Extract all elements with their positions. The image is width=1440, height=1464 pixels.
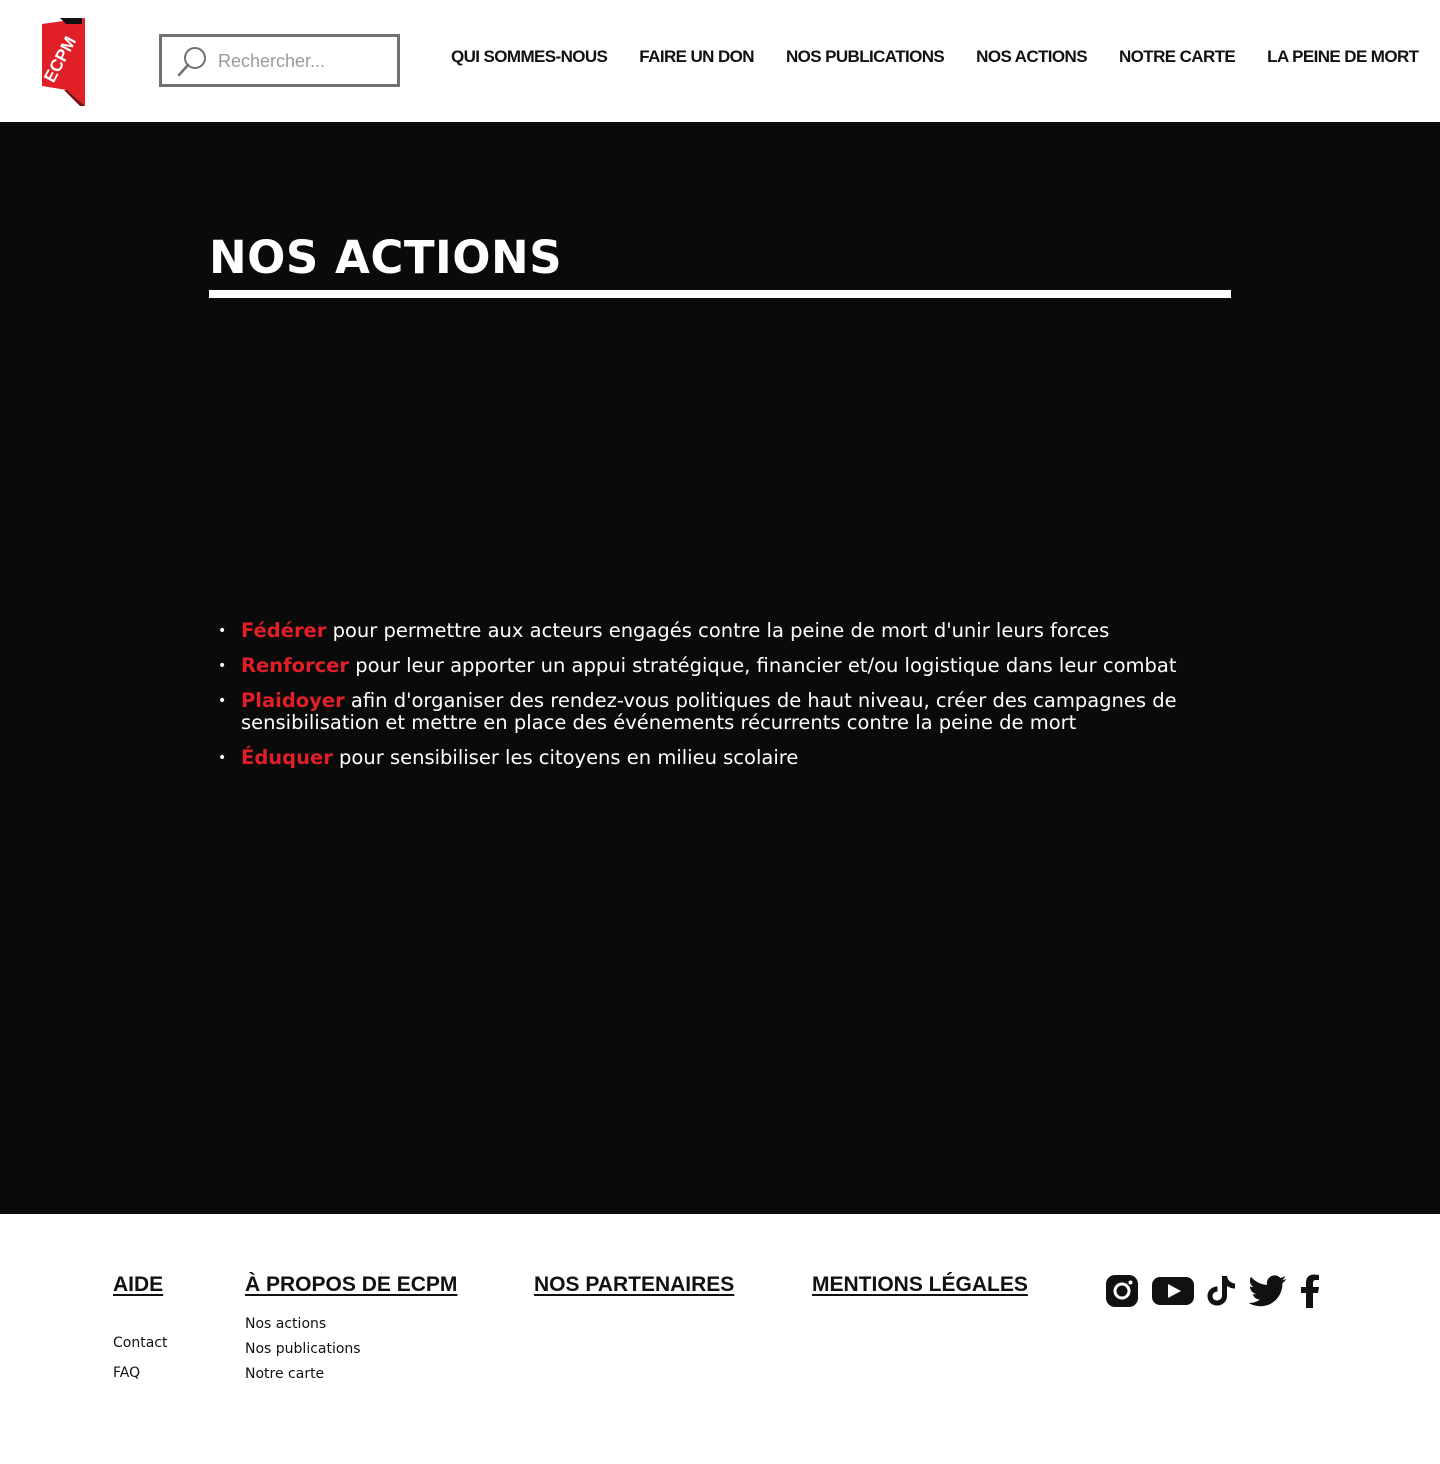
footer-col-aide: AIDE Contact FAQ <box>113 1272 167 1388</box>
footer-heading-apropos[interactable]: À PROPOS DE ECPM <box>245 1272 457 1298</box>
twitter-icon[interactable] <box>1248 1275 1287 1312</box>
footer-heading-mentions[interactable]: MENTIONS LÉGALES <box>812 1272 1028 1298</box>
page-title: NOS ACTIONS <box>209 231 563 284</box>
action-description: pour sensibiliser les citoyens en milieu… <box>332 746 799 769</box>
nav-qui-sommes-nous[interactable]: QUI SOMMES-NOUS <box>451 46 608 68</box>
nav-faire-un-don[interactable]: FAIRE UN DON <box>639 46 754 68</box>
footer-heading-aide[interactable]: AIDE <box>113 1272 163 1298</box>
footer-col-mentions: MENTIONS LÉGALES <box>812 1272 1028 1298</box>
instagram-icon[interactable] <box>1105 1274 1139 1313</box>
footer-link-notre-carte[interactable]: Notre carte <box>245 1366 324 1382</box>
title-divider <box>209 290 1231 298</box>
search-icon[interactable] <box>176 46 208 78</box>
nav-la-peine-de-mort[interactable]: LA PEINE DE MORT <box>1267 46 1419 68</box>
tiktok-icon[interactable] <box>1205 1274 1237 1313</box>
footer-col-partenaires: NOS PARTENAIRES <box>534 1272 734 1298</box>
footer-link-contact[interactable]: Contact <box>113 1335 167 1351</box>
action-description: pour leur apporter un appui stratégique,… <box>349 654 1177 677</box>
action-item-renforcer: Renforcer pour leur apporter un appui st… <box>218 654 1198 678</box>
action-keyword: Fédérer <box>241 619 327 642</box>
footer-heading-partenaires[interactable]: NOS PARTENAIRES <box>534 1272 734 1298</box>
site-footer: AIDE Contact FAQ À PROPOS DE ECPM Nos ac… <box>0 1214 1440 1464</box>
action-item-federer: Fédérer pour permettre aux acteurs engag… <box>218 619 1198 643</box>
social-links <box>1105 1274 1321 1313</box>
search-input[interactable] <box>218 47 388 75</box>
main-nav: QUI SOMMES-NOUS FAIRE UN DON NOS PUBLICA… <box>451 46 1419 68</box>
footer-link-nos-actions[interactable]: Nos actions <box>245 1316 326 1332</box>
action-keyword: Éduquer <box>241 746 333 769</box>
action-keyword: Plaidoyer <box>241 689 345 712</box>
action-item-eduquer: Éduquer pour sensibiliser les citoyens e… <box>218 746 1198 770</box>
action-keyword: Renforcer <box>241 654 350 677</box>
youtube-icon[interactable] <box>1151 1275 1195 1312</box>
facebook-icon[interactable] <box>1299 1274 1321 1313</box>
action-item-plaidoyer: Plaidoyer afin d'organiser des rendez-vo… <box>218 690 1198 734</box>
action-description: afin d'organiser des rendez-vous politiq… <box>241 689 1177 734</box>
actions-list: Fédérer pour permettre aux acteurs engag… <box>218 620 1198 782</box>
footer-link-faq[interactable]: FAQ <box>113 1365 140 1381</box>
ecpm-logo[interactable]: ECPM <box>40 16 90 108</box>
hero-section: NOS ACTIONS Fédérer pour permettre aux a… <box>0 122 1440 1214</box>
site-header: ECPM QUI SOMMES-NOUS FAIRE UN DON NOS PU… <box>0 0 1440 122</box>
nav-nos-publications[interactable]: NOS PUBLICATIONS <box>786 46 945 68</box>
footer-col-apropos: À PROPOS DE ECPM Nos actions Nos publica… <box>245 1272 457 1387</box>
action-description: pour permettre aux acteurs engagés contr… <box>326 619 1110 642</box>
footer-link-nos-publications[interactable]: Nos publications <box>245 1341 361 1357</box>
search-box[interactable] <box>159 34 400 87</box>
nav-nos-actions[interactable]: NOS ACTIONS <box>976 46 1087 68</box>
nav-notre-carte[interactable]: NOTRE CARTE <box>1119 46 1236 68</box>
